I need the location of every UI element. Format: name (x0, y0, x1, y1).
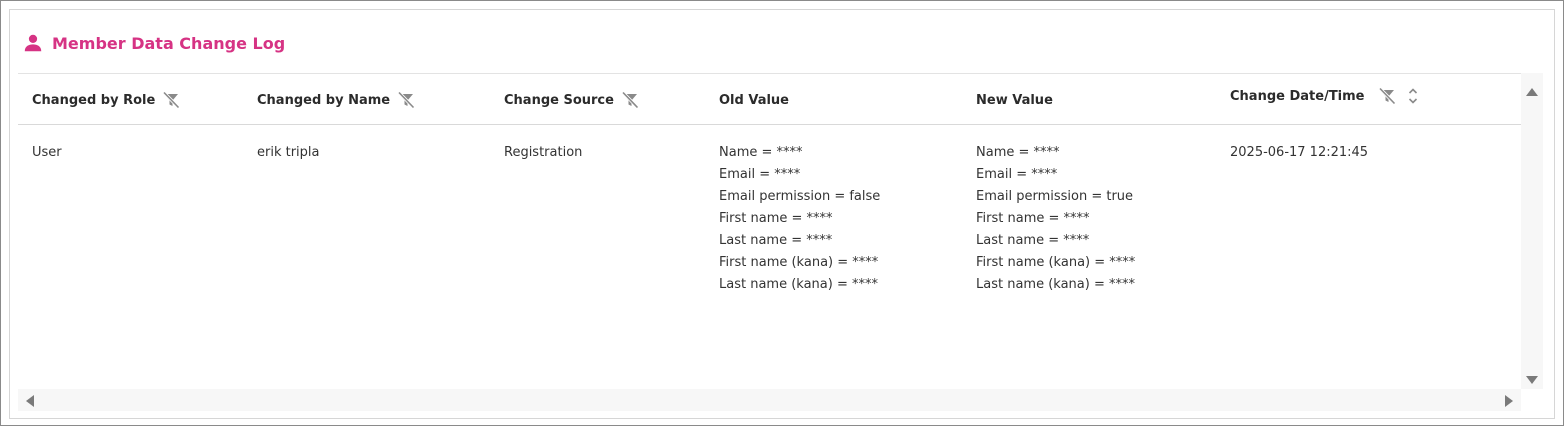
column-header-label: New Value (976, 92, 1053, 108)
column-header-label: Change Date/Time (1230, 88, 1365, 104)
new-value-line: First name (kana) = **** (976, 255, 1136, 270)
user-icon (22, 32, 44, 54)
old-value-line: First name (kana) = **** (719, 255, 879, 270)
new-value-line: Email permission = true (976, 189, 1134, 204)
column-header-changed-by-role: Changed by Role (32, 74, 181, 126)
column-header-old-value: Old Value (719, 74, 789, 126)
panel-title: Member Data Change Log (52, 33, 286, 53)
old-value-line: Last name (kana) = **** (719, 277, 878, 292)
cell-changed-by-role: User (32, 145, 62, 160)
column-header-label: Changed by Name (257, 92, 391, 108)
new-value-line: First name = **** (976, 211, 1090, 226)
old-value-line: Name = **** (719, 145, 803, 160)
filter-off-icon[interactable] (1377, 86, 1397, 106)
filter-off-icon[interactable] (620, 90, 640, 110)
new-value-line: Email = **** (976, 167, 1058, 182)
cell-change-date-time: 2025-06-17 12:21:45 (1230, 145, 1369, 160)
vertical-scrollbar[interactable] (1521, 73, 1543, 389)
filter-off-icon[interactable] (396, 90, 416, 110)
old-value-line: Last name = **** (719, 233, 833, 248)
column-header-label: Change Source (504, 92, 614, 108)
table-row[interactable]: User erik tripla Registration Name = ***… (18, 125, 1521, 389)
old-value-line: Email permission = false (719, 189, 881, 204)
window-frame: Member Data Change Log Changed by Role C… (0, 0, 1564, 426)
cell-new-value: Name = **** Email = **** Email permissio… (976, 142, 1135, 296)
change-log-panel: Member Data Change Log Changed by Role C… (9, 9, 1555, 419)
arrow-up-icon[interactable] (1525, 82, 1539, 101)
horizontal-scrollbar[interactable] (18, 389, 1521, 411)
cell-change-source: Registration (504, 145, 583, 160)
column-header-change-source: Change Source (504, 74, 640, 126)
column-header-label: Old Value (719, 92, 789, 108)
new-value-line: Last name (kana) = **** (976, 277, 1135, 292)
arrow-left-icon[interactable] (25, 393, 35, 412)
column-header-label: Changed by Role (32, 92, 156, 108)
column-header-new-value: New Value (976, 74, 1053, 126)
new-value-line: Last name = **** (976, 233, 1090, 248)
column-header-changed-by-name: Changed by Name (257, 74, 416, 126)
change-log-table: Changed by Role Changed by Name Change S… (18, 73, 1521, 389)
old-value-line: Email = **** (719, 167, 801, 182)
old-value-line: First name = **** (719, 211, 833, 226)
cell-changed-by-name: erik tripla (257, 145, 320, 160)
filter-off-icon[interactable] (161, 90, 181, 110)
arrow-right-icon[interactable] (1504, 393, 1514, 412)
table-header-row: Changed by Role Changed by Name Change S… (18, 73, 1521, 125)
sort-icon[interactable] (1407, 86, 1419, 106)
cell-old-value: Name = **** Email = **** Email permissio… (719, 142, 880, 296)
new-value-line: Name = **** (976, 145, 1060, 160)
column-header-change-date-time: Change Date/Time (1230, 73, 1419, 122)
panel-header: Member Data Change Log (22, 31, 285, 55)
arrow-down-icon[interactable] (1525, 370, 1539, 389)
